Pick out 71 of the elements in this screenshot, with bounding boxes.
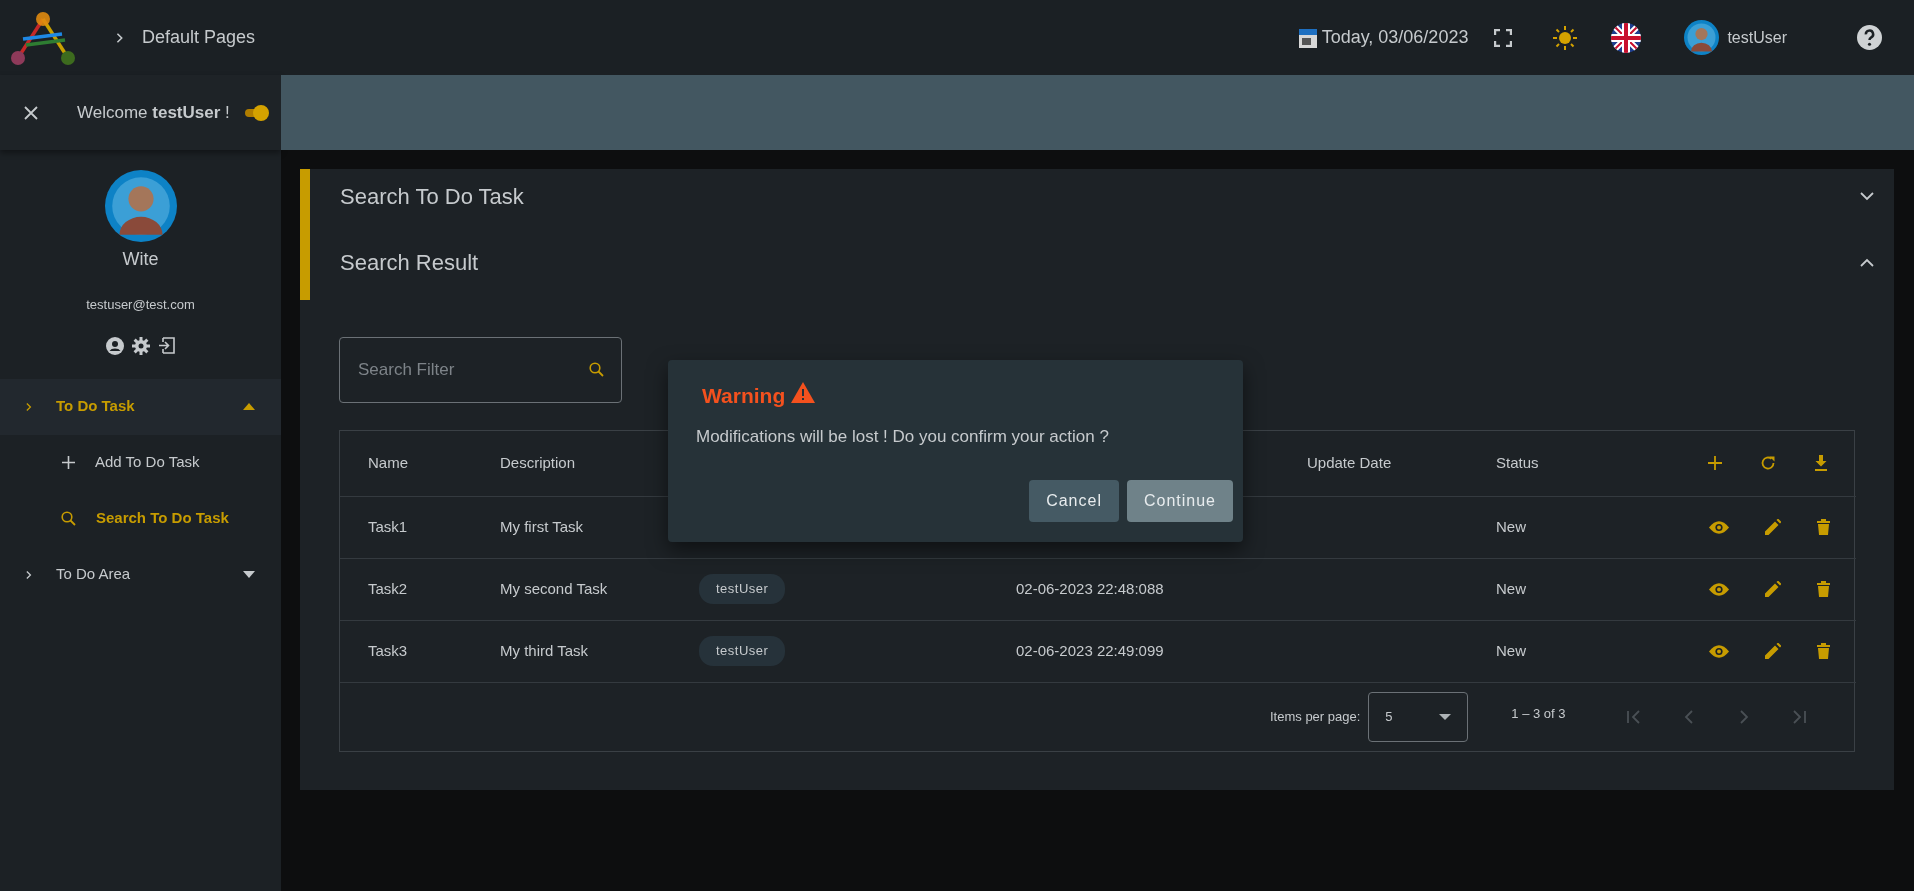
dialog-message: Modifications will be lost ! Do you confirm your action ? xyxy=(695,425,1110,448)
welcome-text: Welcome testUser ! xyxy=(77,101,230,124)
breadcrumb[interactable]: Default Pages xyxy=(142,24,256,51)
status-header: Status xyxy=(1496,454,1539,471)
column-header: Description xyxy=(500,454,576,471)
task-name: Task2 xyxy=(368,579,408,597)
search-icon xyxy=(61,511,76,526)
cancel-button[interactable]: Cancel xyxy=(1029,480,1119,522)
chevron-down-icon xyxy=(1860,192,1874,201)
last-page-icon xyxy=(1790,708,1807,725)
task-status: New xyxy=(1496,579,1526,597)
menu-item[interactable]: To Do Task xyxy=(0,378,281,435)
warning-icon xyxy=(791,382,816,404)
toggle-switch[interactable] xyxy=(243,103,270,122)
task-description: My second Task xyxy=(500,579,608,597)
eye-icon[interactable] xyxy=(1709,644,1729,658)
user-tag: testUser xyxy=(699,636,786,666)
date-text: Today, 03/06/2023 xyxy=(1321,26,1469,49)
help-icon[interactable] xyxy=(1857,25,1882,50)
task-description: My third Task xyxy=(500,641,589,659)
task-description: My first Task xyxy=(500,517,584,535)
profile-email: testuser@test.com xyxy=(86,296,195,314)
profile-name: Wite xyxy=(122,248,159,271)
caret-down-icon xyxy=(243,571,255,578)
column-header: Name xyxy=(368,454,408,471)
search-icon[interactable] xyxy=(589,362,604,377)
account-icon[interactable] xyxy=(106,336,124,355)
column-header: Update Date xyxy=(1307,454,1392,471)
delete-icon[interactable] xyxy=(1817,643,1830,659)
task-name: Task1 xyxy=(368,517,408,535)
logout-icon[interactable] xyxy=(158,336,175,354)
fullscreen-icon[interactable] xyxy=(1494,28,1513,47)
edit-icon[interactable] xyxy=(1765,643,1781,659)
submenu-item[interactable]: Add To Do Task xyxy=(0,434,281,491)
panel-header[interactable]: Search Result xyxy=(300,224,1894,300)
caret-down-icon xyxy=(1439,713,1452,720)
chevron-up-icon xyxy=(1860,257,1874,267)
caret-up-icon xyxy=(243,403,255,410)
calendar-icon xyxy=(1297,26,1318,49)
page-range: 1 – 3 of 3 xyxy=(1511,704,1566,723)
refresh-icon[interactable] xyxy=(1760,455,1776,472)
task-status: New xyxy=(1496,641,1526,659)
user-tag: testUser xyxy=(699,574,786,604)
avatar-icon xyxy=(104,170,177,242)
settings-icon[interactable] xyxy=(132,336,150,355)
page-size-select[interactable]: 5 xyxy=(1368,691,1469,742)
task-name: Task3 xyxy=(368,641,408,659)
delete-icon[interactable] xyxy=(1817,519,1830,535)
items-per-page-label: Items per page: xyxy=(1270,707,1361,726)
edit-icon[interactable] xyxy=(1765,519,1781,535)
user-name[interactable]: testUser xyxy=(1727,25,1787,50)
download-icon[interactable] xyxy=(1814,455,1828,472)
date-text: 02-06-2023 22:48:088 xyxy=(1016,579,1164,597)
first-page-icon xyxy=(1625,708,1642,725)
delete-icon[interactable] xyxy=(1817,581,1830,597)
close-icon[interactable] xyxy=(24,105,38,120)
date-text: 02-06-2023 22:49:099 xyxy=(1016,641,1164,659)
add-icon[interactable] xyxy=(1708,456,1722,471)
eye-icon[interactable] xyxy=(1709,582,1729,596)
panel-header[interactable]: Search To Do Task xyxy=(300,169,1894,224)
dialog-title: Warning xyxy=(702,383,786,409)
search-field[interactable]: Search Filter xyxy=(339,337,622,403)
submenu-item[interactable]: Search To Do Task xyxy=(0,490,281,547)
edit-icon[interactable] xyxy=(1765,581,1781,597)
flag-icon[interactable] xyxy=(1611,22,1642,53)
menu-item[interactable]: To Do Area xyxy=(0,546,281,603)
task-status: New xyxy=(1496,517,1526,535)
avatar-icon[interactable] xyxy=(1684,20,1720,55)
plus-icon xyxy=(62,456,75,469)
eye-icon[interactable] xyxy=(1709,520,1729,534)
sun-icon[interactable] xyxy=(1552,24,1579,51)
